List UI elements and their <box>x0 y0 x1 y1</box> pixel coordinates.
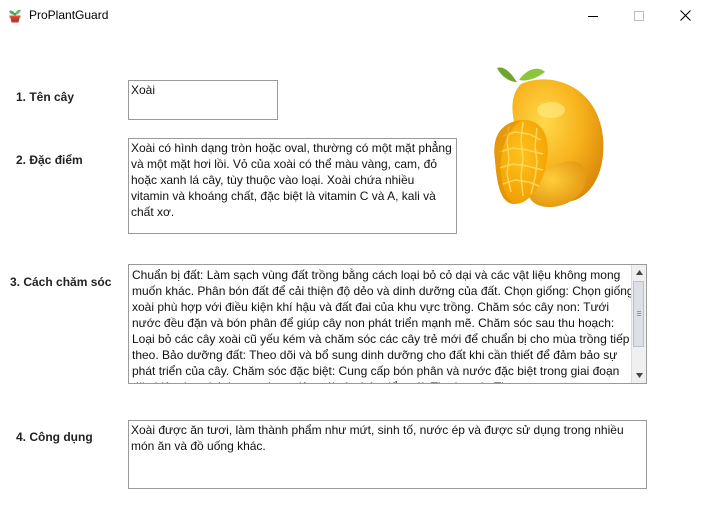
main-panel: 1. Tên cây Xoài 2. Đặc điểm Xoài có hình… <box>0 31 709 518</box>
minimize-icon <box>588 15 598 17</box>
vertical-scrollbar[interactable] <box>631 265 646 383</box>
window-title: ProPlantGuard <box>29 8 109 22</box>
close-button[interactable] <box>662 0 708 31</box>
care-scroll-pane[interactable]: Chuẩn bị đất: Làm sạch vùng đất trồng bằ… <box>128 264 647 384</box>
features-textarea[interactable]: Xoài có hình dạng tròn hoặc oval, thường… <box>128 138 457 234</box>
uses-textarea[interactable]: Xoài được ăn tươi, làm thành phẩm như mứ… <box>128 420 647 489</box>
scroll-up-arrow-icon <box>635 270 643 275</box>
plant-name-label: 1. Tên cây <box>16 90 75 104</box>
care-label: 3. Cách chăm sóc <box>10 275 112 289</box>
scroll-down-button[interactable] <box>632 368 646 383</box>
maximize-icon <box>634 10 644 21</box>
title-bar: ProPlantGuard <box>0 0 709 31</box>
plant-name-field[interactable]: Xoài <box>128 80 278 120</box>
scroll-up-button[interactable] <box>632 265 646 280</box>
care-textarea[interactable]: Chuẩn bị đất: Làm sạch vùng đất trồng bằ… <box>130 266 636 383</box>
scroll-thumb-grip <box>637 311 641 312</box>
maximize-button[interactable] <box>616 0 662 31</box>
uses-label: 4. Công dụng <box>16 430 93 444</box>
close-icon <box>679 10 691 21</box>
scroll-thumb[interactable] <box>633 281 644 347</box>
features-label: 2. Đặc điểm <box>16 153 83 167</box>
mango-image <box>489 62 621 208</box>
scroll-thumb-grip <box>637 315 641 316</box>
mango-illustration <box>494 67 604 208</box>
scroll-down-arrow-icon <box>635 373 643 378</box>
scroll-thumb-grip <box>637 313 641 314</box>
minimize-button[interactable] <box>570 0 616 31</box>
plant-pot-icon <box>9 9 21 23</box>
